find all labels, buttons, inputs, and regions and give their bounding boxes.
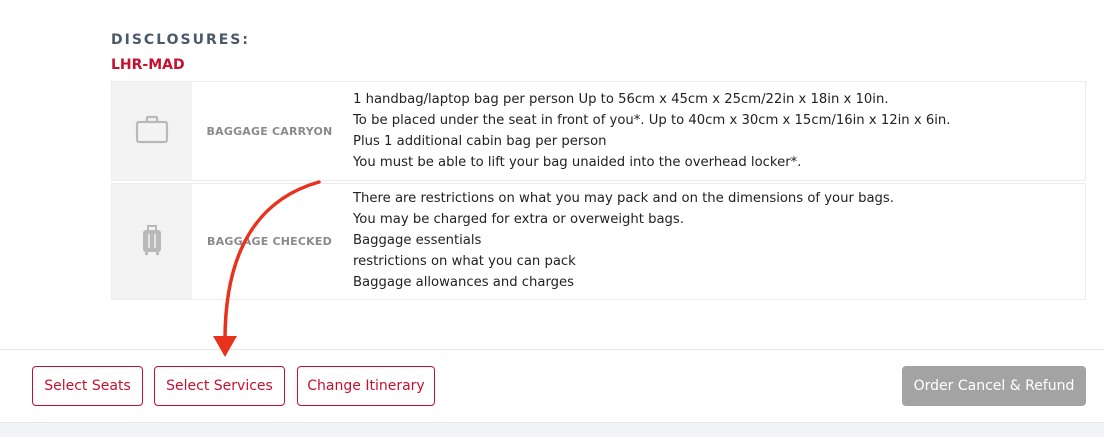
select-services-button[interactable]: Select Services [154,366,285,406]
suitcase-icon [139,223,165,261]
baggage-icon-cell [112,82,192,180]
select-seats-button[interactable]: Select Seats [32,366,143,406]
order-cancel-refund-button[interactable]: Order Cancel & Refund [902,366,1086,406]
baggage-row-carryon: BAGGAGE CARRYON 1 handbag/laptop bag per… [111,81,1086,181]
baggage-description: There are restrictions on what you may p… [347,184,1085,299]
baggage-icon-cell [112,184,192,299]
baggage-row-checked: BAGGAGE CHECKED There are restrictions o… [111,183,1086,300]
description-line: There are restrictions on what you may p… [353,191,894,206]
description-line: To be placed under the seat in front of … [353,113,951,128]
description-line: Baggage essentials [353,233,482,248]
footer-divider [0,349,1104,350]
baggage-type-label: BAGGAGE CARRYON [206,124,333,138]
description-line: Plus 1 additional cabin bag per person [353,134,607,149]
disclosures-title: DISCLOSURES: [111,32,250,48]
description-line: Baggage allowances and charges [353,275,574,290]
baggage-description: 1 handbag/laptop bag per person Up to 56… [347,82,1085,180]
description-line: restrictions on what you can pack [353,254,576,269]
bottom-band [0,422,1104,437]
route-label: LHR-MAD [111,57,185,73]
description-line: You may be charged for extra or overweig… [353,212,684,227]
description-line: You must be able to lift your bag unaide… [353,155,802,170]
description-line: 1 handbag/laptop bag per person Up to 56… [353,92,889,107]
baggage-type-label: BAGGAGE CHECKED [207,235,332,248]
change-itinerary-button[interactable]: Change Itinerary [297,366,435,406]
briefcase-icon [135,114,169,148]
